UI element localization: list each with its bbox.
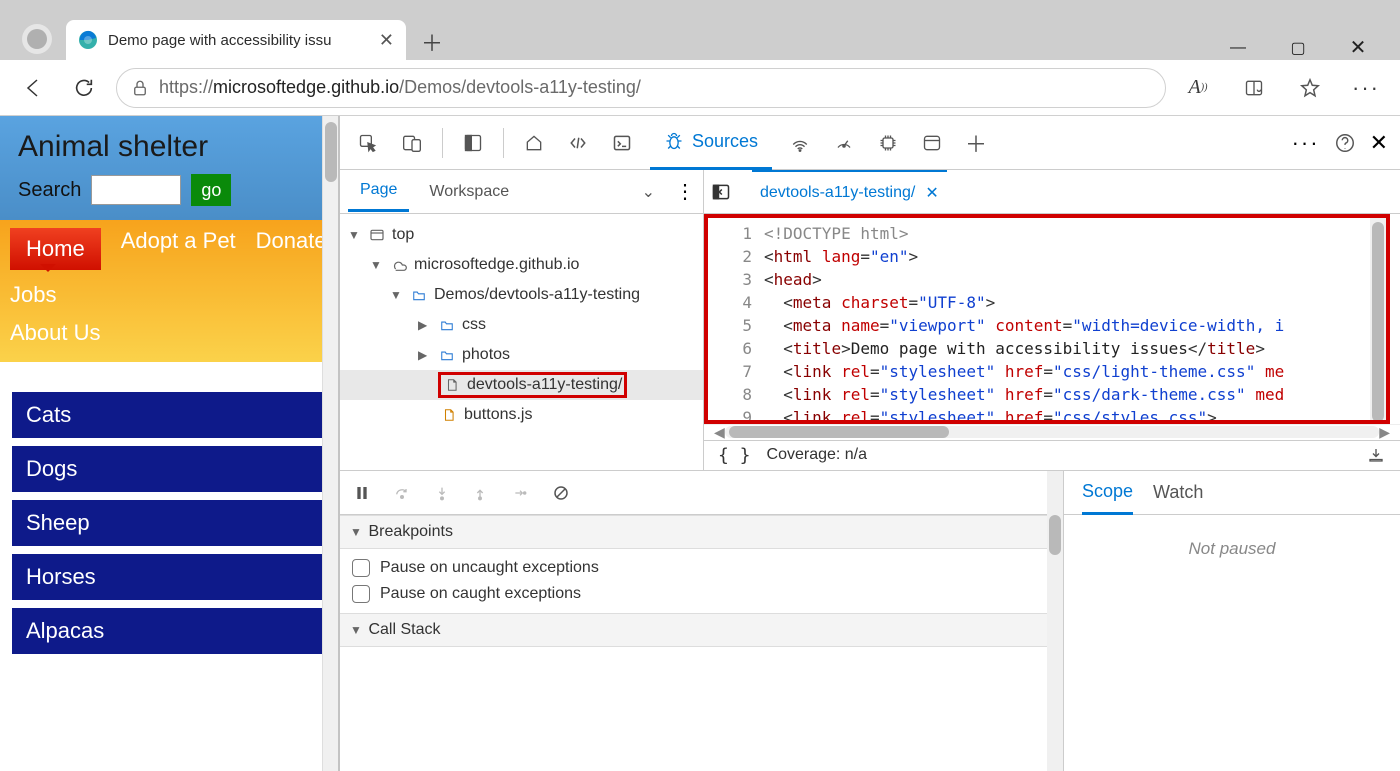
performance-icon[interactable]	[824, 123, 864, 163]
close-tab-icon[interactable]: ✕	[379, 30, 394, 51]
close-window-button[interactable]: ✕	[1348, 35, 1368, 60]
welcome-icon[interactable]	[514, 123, 554, 163]
pretty-print-icon[interactable]: { }	[718, 445, 751, 466]
step-over-icon[interactable]	[392, 485, 412, 501]
tree-html-file[interactable]: devtools-a11y-testing/	[340, 370, 703, 400]
code-hscroll[interactable]: ◀▶	[704, 424, 1400, 440]
maximize-button[interactable]: ▢	[1288, 38, 1308, 58]
page-scrollbar[interactable]	[322, 116, 338, 771]
inspect-icon[interactable]	[348, 123, 388, 163]
list-item[interactable]: Cats	[12, 392, 326, 438]
browser-tabstrip: Demo page with accessibility issu ✕ ＋ — …	[0, 18, 1400, 60]
tree-photos[interactable]: ▶photos	[340, 340, 703, 370]
chevron-down-icon: ⌄	[642, 182, 655, 202]
scope-tab[interactable]: Scope	[1082, 471, 1133, 515]
tree-top[interactable]: ▼top	[340, 220, 703, 250]
read-aloud-button[interactable]: A))	[1180, 70, 1216, 106]
code-vscroll[interactable]	[1370, 218, 1386, 420]
devtools-close-icon[interactable]: ✕	[1370, 130, 1388, 156]
deactivate-bp-icon[interactable]	[552, 484, 570, 502]
pause-caught-checkbox[interactable]: Pause on caught exceptions	[352, 581, 1051, 607]
memory-icon[interactable]	[868, 123, 908, 163]
console-icon[interactable]	[602, 123, 642, 163]
search-input[interactable]	[91, 175, 181, 205]
devtools-toolbar: Sources ＋ ··· ✕	[340, 116, 1400, 170]
application-icon[interactable]	[912, 123, 952, 163]
breakpoints-section[interactable]: ▼ Breakpoints	[340, 515, 1063, 549]
toggle-nav-icon[interactable]	[710, 182, 732, 202]
browser-tab[interactable]: Demo page with accessibility issu ✕	[66, 20, 406, 60]
watch-tab[interactable]: Watch	[1153, 482, 1203, 503]
step-into-icon[interactable]	[434, 484, 450, 502]
pause-icon[interactable]	[354, 484, 370, 502]
page-nav: Home Adopt a Pet Donate Jobs About Us	[0, 220, 338, 362]
lock-icon	[131, 79, 149, 97]
navigator-more-icon[interactable]: ⋮	[675, 179, 695, 204]
file-tree: ▼top ▼microsoftedge.github.io ▼Demos/dev…	[340, 214, 703, 436]
callstack-section[interactable]: ▼ Call Stack	[340, 613, 1063, 647]
close-file-icon[interactable]: ✕	[925, 183, 938, 203]
list-item[interactable]: Dogs	[12, 446, 326, 492]
page-viewport: Animal shelter Search go Home Adopt a Pe…	[0, 116, 338, 771]
list-item[interactable]: Horses	[12, 554, 326, 600]
minimize-button[interactable]: —	[1228, 39, 1248, 57]
tree-css[interactable]: ▶css	[340, 310, 703, 340]
url-text: https://microsoftedge.github.io/Demos/de…	[159, 77, 641, 98]
browser-toolbar: https://microsoftedge.github.io/Demos/de…	[0, 60, 1400, 116]
network-icon[interactable]	[780, 123, 820, 163]
refresh-button[interactable]	[66, 70, 102, 106]
debugger-pane: ▼ Breakpoints Pause on uncaught exceptio…	[340, 471, 1064, 771]
sources-tab[interactable]: Sources	[650, 116, 772, 170]
tree-origin[interactable]: ▼microsoftedge.github.io	[340, 250, 703, 280]
code-editor[interactable]: 123456789101112 <!DOCTYPE html> <html la…	[704, 214, 1390, 424]
nav-adopt[interactable]: Adopt a Pet	[121, 228, 236, 270]
new-tab-button[interactable]: ＋	[414, 24, 450, 60]
line-gutter: 123456789101112	[708, 218, 764, 420]
page-title: Animal shelter	[18, 130, 320, 164]
more-button[interactable]: ···	[1348, 70, 1384, 106]
favorite-button[interactable]	[1292, 70, 1328, 106]
page-tab[interactable]: Page	[348, 171, 409, 212]
workspace-tab[interactable]: Workspace⌄	[417, 172, 667, 212]
help-icon[interactable]	[1334, 132, 1356, 154]
reader-button[interactable]	[1236, 70, 1272, 106]
nav-about[interactable]: About Us	[10, 320, 328, 346]
bug-icon	[664, 131, 684, 151]
devtools-panel: Sources ＋ ··· ✕ Page Workspace⌄ ⋮ ▼	[338, 116, 1400, 771]
address-bar[interactable]: https://microsoftedge.github.io/Demos/de…	[116, 68, 1166, 108]
dock-icon[interactable]	[453, 123, 493, 163]
source-pane: devtools-a11y-testing/✕ 123456789101112 …	[704, 170, 1400, 470]
add-tab-icon[interactable]: ＋	[956, 123, 996, 163]
go-button[interactable]: go	[191, 174, 231, 206]
step-icon[interactable]	[510, 486, 530, 500]
list-item[interactable]: Sheep	[12, 500, 326, 546]
device-icon[interactable]	[392, 123, 432, 163]
not-paused-label: Not paused	[1064, 515, 1400, 559]
devtools-more-icon[interactable]: ···	[1292, 130, 1320, 156]
search-label: Search	[18, 179, 81, 202]
list-item[interactable]: Alpacas	[12, 608, 326, 654]
nav-jobs[interactable]: Jobs	[10, 282, 56, 308]
nav-donate[interactable]: Donate	[256, 228, 327, 270]
debugger-vscroll[interactable]	[1047, 471, 1063, 771]
profile-avatar[interactable]	[22, 24, 52, 54]
tab-title: Demo page with accessibility issu	[108, 32, 369, 49]
scope-pane: Scope Watch Not paused	[1064, 471, 1400, 771]
download-icon[interactable]	[1366, 446, 1386, 464]
elements-icon[interactable]	[558, 123, 598, 163]
code-content: <!DOCTYPE html> <html lang="en"> <head> …	[764, 218, 1284, 420]
step-out-icon[interactable]	[472, 484, 488, 502]
tree-folder[interactable]: ▼Demos/devtools-a11y-testing	[340, 280, 703, 310]
tree-js-file[interactable]: buttons.js	[340, 400, 703, 430]
pause-uncaught-checkbox[interactable]: Pause on uncaught exceptions	[352, 555, 1051, 581]
nav-home[interactable]: Home	[10, 228, 101, 270]
navigator-pane: Page Workspace⌄ ⋮ ▼top ▼microsoftedge.gi…	[340, 170, 704, 470]
coverage-label: Coverage: n/a	[767, 446, 868, 464]
back-button[interactable]	[16, 70, 52, 106]
edge-icon	[78, 30, 98, 50]
open-file-tab[interactable]: devtools-a11y-testing/✕	[752, 170, 947, 214]
